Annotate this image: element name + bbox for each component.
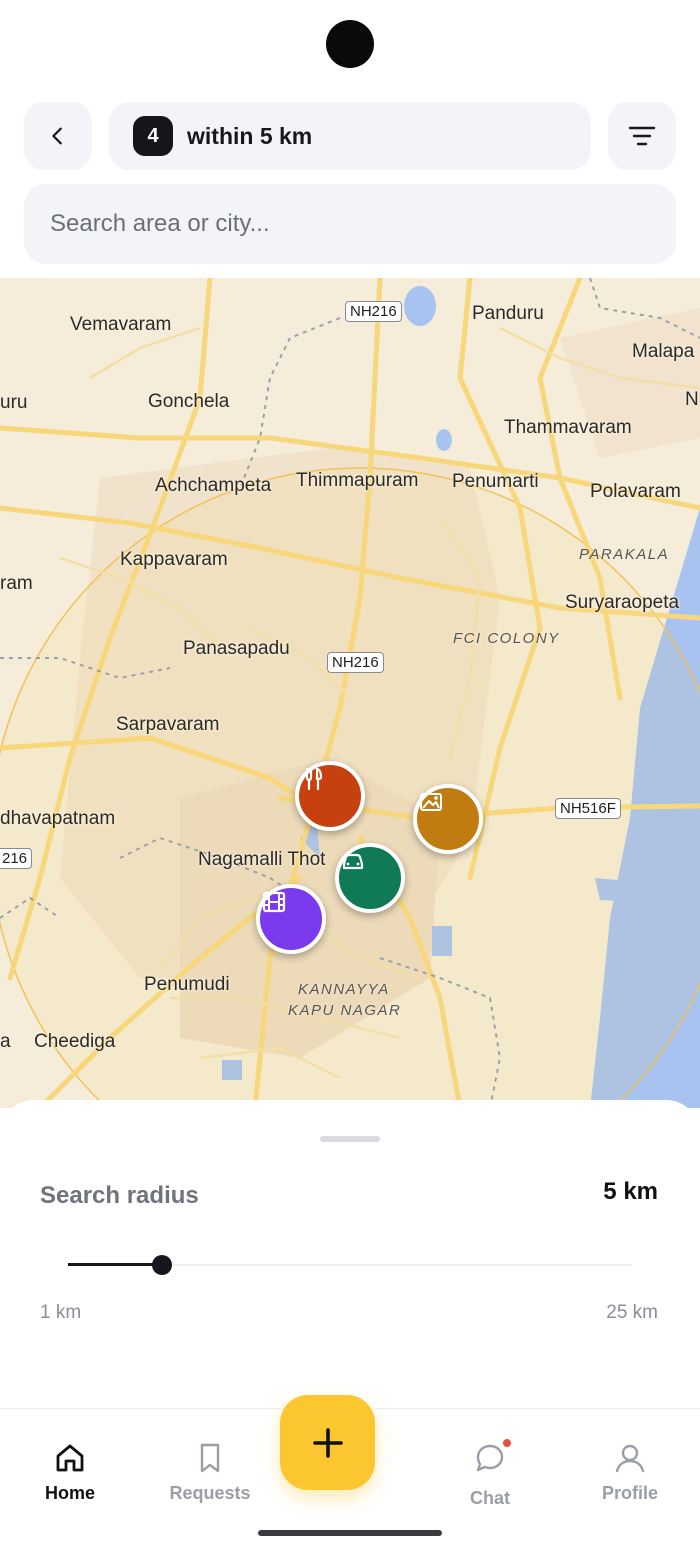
chat-icon [476,1444,504,1472]
radius-min-label: 1 km [40,1302,82,1323]
add-button[interactable] [280,1395,375,1490]
map-label: Gonchela [148,391,230,412]
map-label: Panasapadu [183,638,290,659]
road-shield: NH516F [555,798,621,819]
home-icon [56,1444,84,1472]
film-icon [262,891,286,913]
map-label: a [0,1031,11,1052]
home-indicator [258,1530,442,1536]
map-label: Panduru [472,303,544,324]
landscape-icon [420,793,442,811]
results-count-badge: 4 [133,116,173,156]
road-shield: 216 [0,848,33,869]
chevron-left-icon [52,127,62,145]
road-shield: NH216 [327,652,384,673]
phone-screen: 4 within 5 km Search area or city... Vem… [0,0,700,1555]
map-label: N [685,389,699,410]
map-label: Nagamalli Thot [198,849,326,870]
map-label: Penumarti [452,471,539,492]
car-marker[interactable] [335,843,405,913]
map-label: Penumudi [144,974,230,995]
filter-icon [628,126,656,146]
radius-value: 5 km [603,1178,658,1205]
car-icon [342,853,364,870]
profile-icon [615,1444,645,1473]
cinema-marker[interactable] [256,884,326,954]
map-area-label: FCI COLONY [453,630,560,647]
map-label: Thimmapuram [296,470,419,491]
camera-cutout [326,20,374,68]
radius-slider-fill [68,1263,162,1266]
map-label: Suryaraopeta [565,592,680,613]
fork-knife-icon [305,767,323,791]
sheet-drag-handle[interactable] [320,1136,380,1142]
map-area-label: KANNAYYA [298,981,390,998]
map-label: Polavaram [590,481,681,502]
radius-slider-thumb[interactable] [152,1255,172,1275]
radius-label: Search radius [40,1182,199,1209]
plus-icon [312,1427,343,1458]
top-bar: 4 within 5 km [24,102,676,170]
map-area-label: PARAKALA [579,546,670,563]
map-label: Cheediga [34,1031,116,1052]
map-label: Vemavaram [70,314,172,335]
nav-label-chat: Chat [470,1488,510,1508]
filter-button[interactable] [608,102,676,170]
map-label: uru [0,392,28,413]
map-label: ram [0,573,33,594]
map-label: Thammavaram [504,417,632,438]
search-input[interactable] [48,209,652,239]
map-label: Achchampeta [155,475,272,496]
nav-item-home[interactable]: Home [10,1441,130,1504]
search-bar [24,184,676,264]
radius-max-label: 25 km [606,1302,658,1323]
map-label: Sarpavaram [116,714,220,735]
nav-label-requests: Requests [169,1483,251,1503]
nav-label-profile: Profile [601,1483,658,1503]
map-label: dhavapatnam [0,808,116,829]
bookmark-icon [200,1443,220,1473]
map-label: Kappavaram [120,549,228,570]
scenic-marker[interactable] [413,784,483,854]
chat-unread-dot [503,1439,511,1447]
nav-item-chat[interactable]: Chat [430,1439,550,1509]
results-summary[interactable]: 4 within 5 km [109,102,591,170]
nav-item-requests[interactable]: Requests [150,1441,270,1504]
nav-item-profile[interactable]: Profile [570,1441,690,1504]
restaurant-marker[interactable] [295,761,365,831]
road-shield: NH216 [345,301,402,322]
map-view[interactable]: Vemavaram Panduru Malapa uru Gonchela N … [0,278,700,1108]
results-count-text: within 5 km [187,122,313,149]
back-button[interactable] [24,102,92,170]
map-area-label: KAPU NAGAR [288,1002,402,1019]
map-label: Malapa [632,341,695,362]
nav-label-home: Home [44,1483,95,1503]
